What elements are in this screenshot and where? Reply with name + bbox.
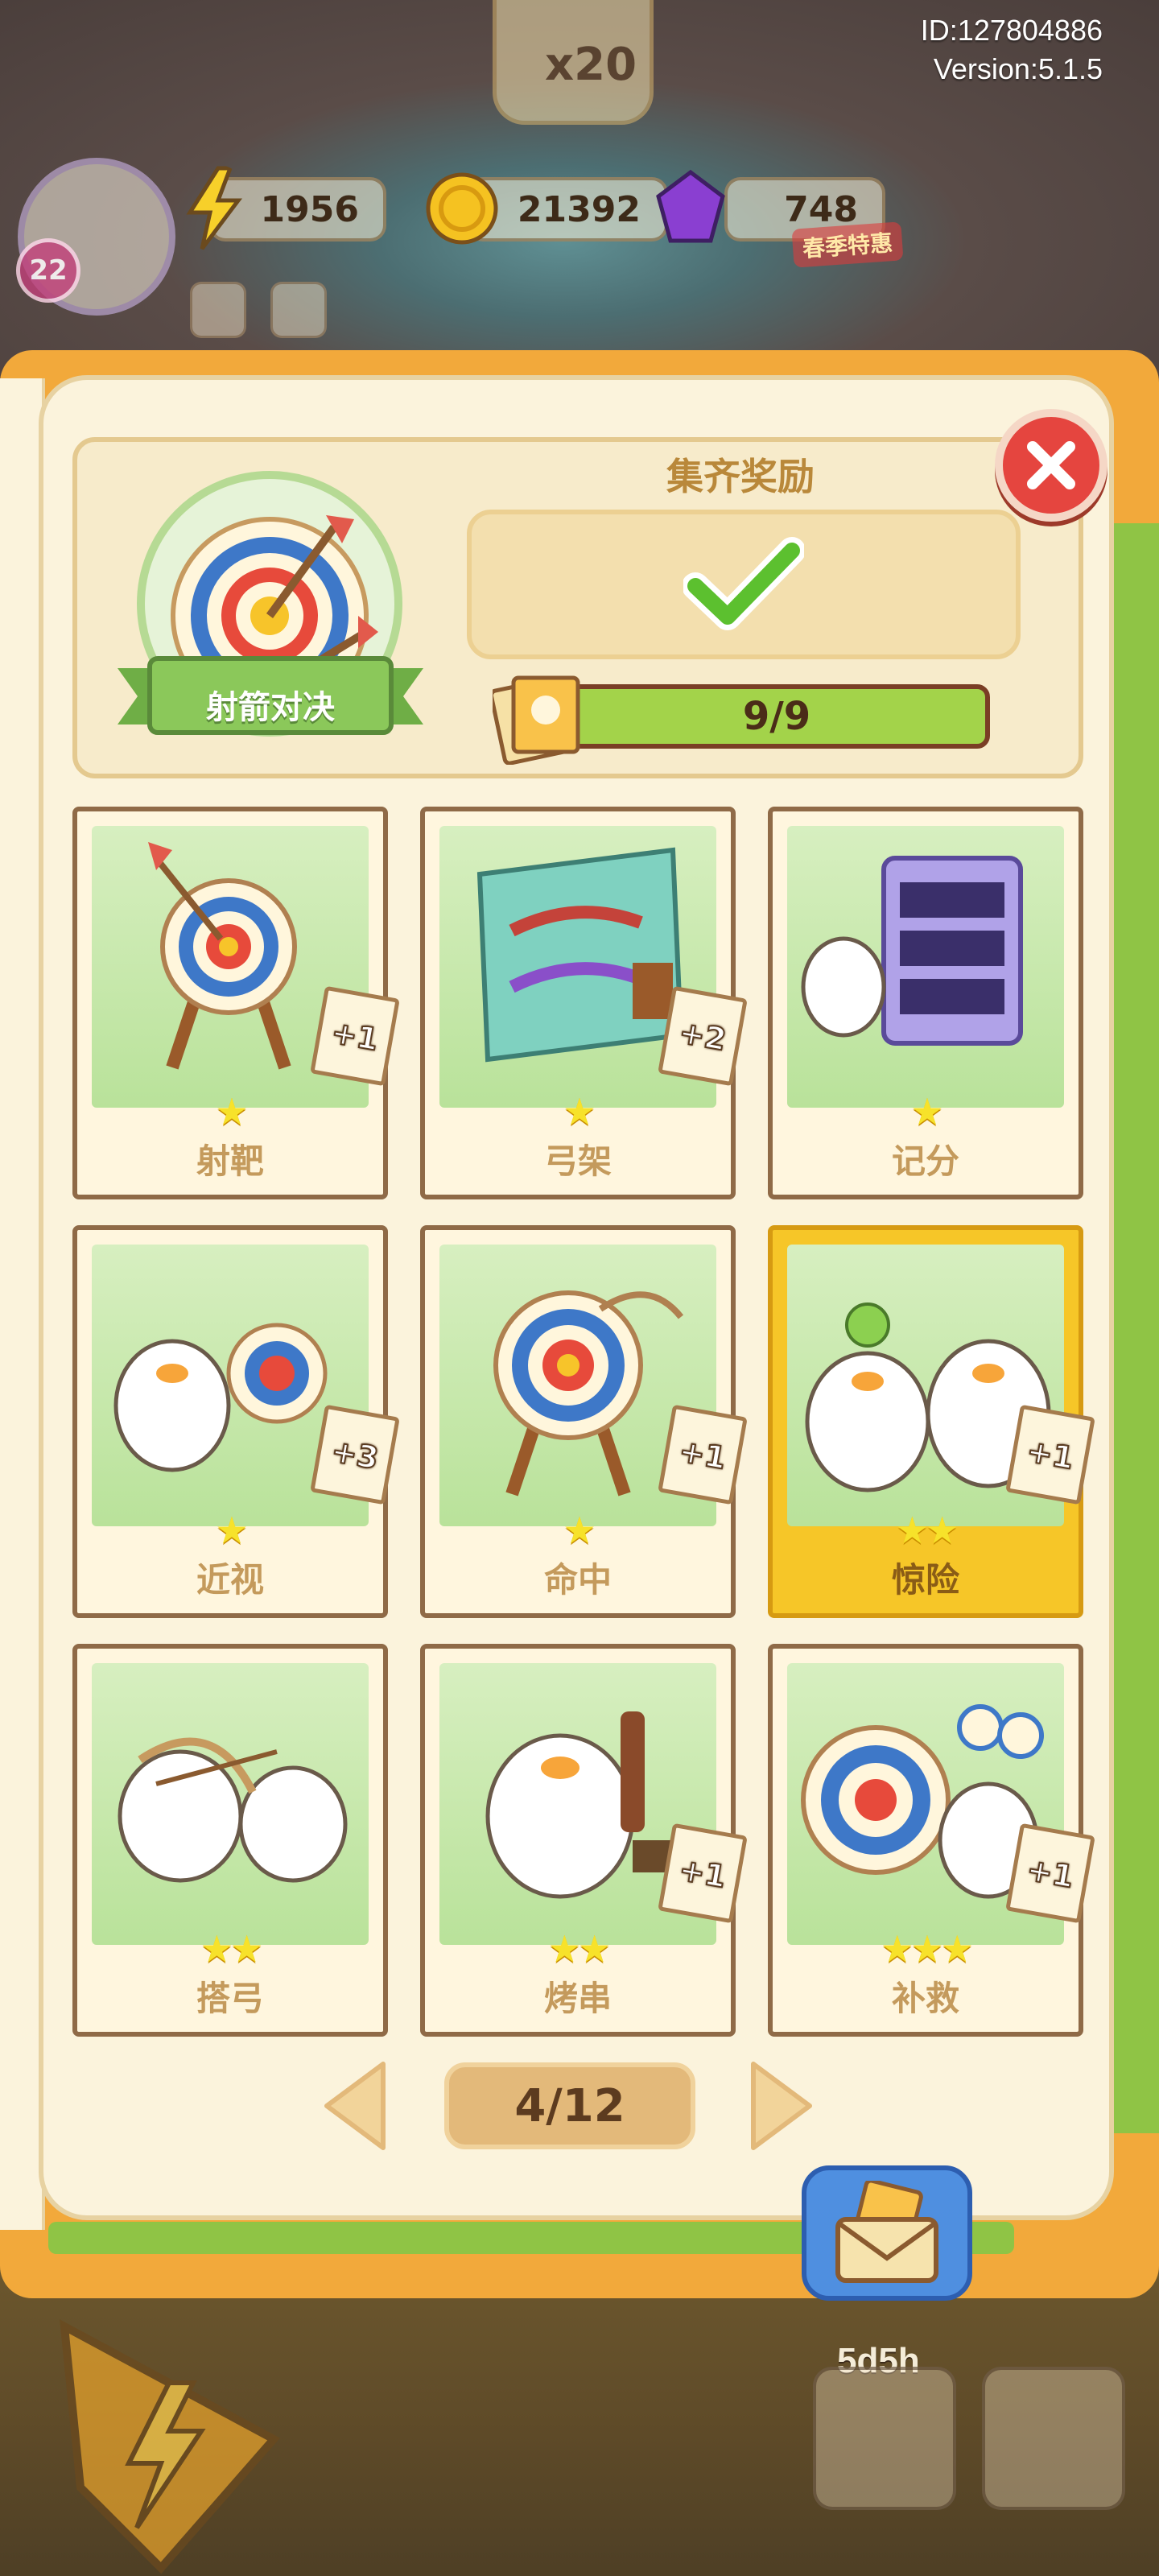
- close-button[interactable]: [995, 409, 1107, 522]
- coin-counter[interactable]: 21392: [426, 172, 668, 245]
- card-stars: ★★: [200, 1927, 263, 1971]
- card-stars: ★: [563, 1090, 596, 1133]
- card-stars: ★: [910, 1090, 943, 1133]
- card-duplicate-badge: +3: [310, 1404, 400, 1505]
- multiplier-text: x20: [545, 39, 637, 91]
- album-book-edge: [1111, 523, 1159, 2133]
- card-1[interactable]: +1 ★ 射靶: [72, 807, 400, 1199]
- card-stars: ★★: [895, 1509, 959, 1552]
- card-stars: ★: [215, 1090, 248, 1133]
- energy-value: 1956: [260, 188, 359, 230]
- reward-title: 集齐奖励: [666, 455, 815, 498]
- card-stars: ★★★: [881, 1927, 974, 1971]
- card-art: [92, 1663, 369, 1945]
- card-label: 射靶: [196, 1141, 264, 1181]
- promo-tag[interactable]: 春季特惠: [791, 221, 904, 268]
- card-stars: ★: [563, 1509, 596, 1552]
- card-label: 记分: [891, 1141, 959, 1181]
- check-icon: [683, 537, 804, 630]
- mail-icon[interactable]: [270, 282, 327, 338]
- close-icon: [1027, 441, 1075, 489]
- card-2[interactable]: +2 ★ 弓架: [420, 807, 748, 1199]
- card-stars: ★★: [547, 1927, 611, 1971]
- card-duplicate-badge: +2: [658, 985, 748, 1087]
- gem-icon: [656, 169, 725, 243]
- collection-progress-bar: 9/9: [563, 684, 990, 749]
- coin-value: 21392: [517, 188, 641, 230]
- card-4[interactable]: +3 ★ 近视: [72, 1225, 400, 1618]
- card-duplicate-badge: +1: [1005, 1404, 1095, 1505]
- next-page-arrow-icon[interactable]: [749, 2058, 816, 2154]
- card-label: 烤串: [543, 1979, 612, 2018]
- card-duplicate-badge: +1: [1005, 1823, 1095, 1924]
- card-5[interactable]: +1 ★ 命中: [420, 1225, 748, 1618]
- player-id-text: ID:127804886: [920, 14, 1103, 47]
- page-indicator-text: 4/12: [514, 2079, 625, 2132]
- card-label: 近视: [196, 1560, 264, 1600]
- bottom-album-button[interactable]: [813, 2367, 956, 2510]
- card-7[interactable]: ★★ 搭弓: [72, 1644, 388, 2037]
- card-8[interactable]: +1 ★★ 烤串: [420, 1644, 748, 2037]
- card-label: 惊险: [891, 1560, 959, 1600]
- scoreboard-icon: [801, 856, 1023, 1046]
- card-9[interactable]: +1 ★★★ 补救: [768, 1644, 1095, 2037]
- settings-gear-icon[interactable]: [190, 282, 246, 338]
- player-level-badge: 22: [16, 238, 80, 303]
- card-stars: ★: [215, 1509, 248, 1552]
- card-collection-icon: [493, 675, 580, 765]
- page-indicator: 4/12: [444, 2062, 695, 2149]
- coin-icon: [426, 172, 498, 245]
- card-3[interactable]: ★ 记分: [768, 807, 1083, 1199]
- card-duplicate-badge: +1: [658, 1823, 748, 1924]
- collection-name: 射箭对决: [206, 689, 335, 726]
- account-info: ID:127804886 Version:5.1.5: [921, 11, 1103, 89]
- card-duplicate-badge: +1: [310, 985, 400, 1087]
- lightning-icon: [186, 166, 242, 250]
- bottom-friends-button[interactable]: [982, 2367, 1125, 2510]
- card-label: 命中: [543, 1560, 612, 1600]
- card-label: 补救: [891, 1979, 959, 2018]
- prev-page-arrow-icon[interactable]: [320, 2058, 388, 2154]
- bottom-lightning-button[interactable]: [32, 2310, 290, 2576]
- collection-progress-text: 9/9: [742, 694, 811, 739]
- card-label: 搭弓: [196, 1979, 264, 2018]
- drawing-bow-icon: [118, 1737, 348, 1883]
- card-label: 弓架: [543, 1141, 612, 1181]
- reward-claimed-slot: [467, 510, 1021, 659]
- card-art: [787, 826, 1064, 1108]
- version-text: Version:5.1.5: [933, 52, 1103, 85]
- envelope-icon: [835, 2181, 938, 2283]
- card-duplicate-badge: +1: [658, 1404, 748, 1505]
- multiplier-badge: x20: [493, 0, 654, 125]
- card-envelope-button[interactable]: [802, 2165, 972, 2301]
- gem-value: 748: [784, 188, 858, 230]
- energy-counter[interactable]: 1956: [186, 166, 386, 250]
- card-6[interactable]: +1 ★★ 惊险: [768, 1225, 1095, 1618]
